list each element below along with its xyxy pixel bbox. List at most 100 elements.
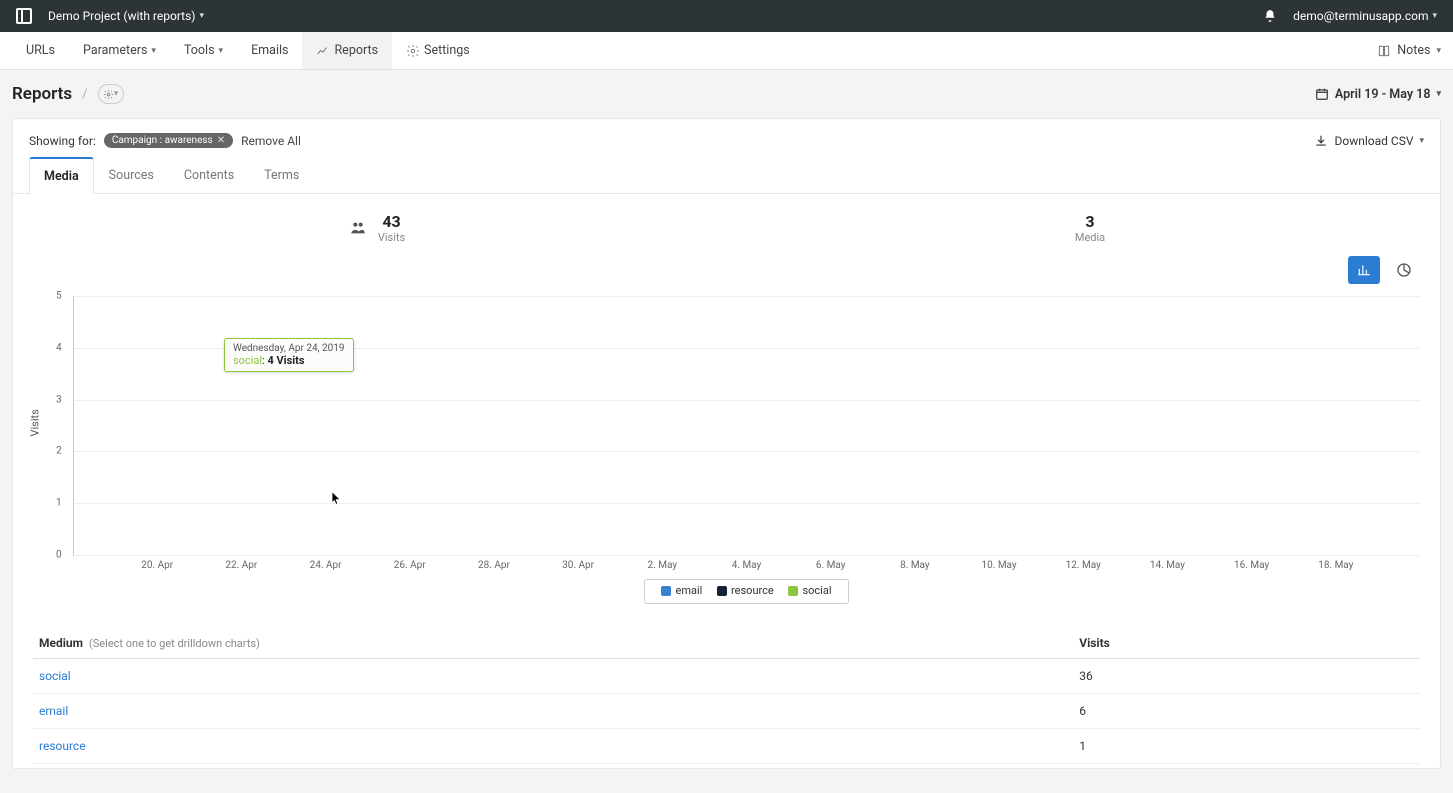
legend-resource[interactable]: resource: [717, 584, 774, 597]
nav-item-tools[interactable]: Tools ▾: [170, 32, 237, 69]
chevron-down-icon: ▾: [1419, 136, 1424, 146]
x-tick: 4. May: [704, 560, 788, 571]
chevron-down-icon: ▾: [219, 46, 224, 56]
download-icon: [1314, 134, 1328, 148]
visits-cell: 36: [1073, 658, 1420, 693]
top-bar: Demo Project (with reports) ▾ demo@termi…: [0, 0, 1453, 32]
calendar-icon: [1315, 87, 1329, 101]
grid-line: [74, 555, 1420, 556]
visits-cell: 1: [1073, 728, 1420, 763]
x-tick: 22. Apr: [199, 560, 283, 571]
x-tick: 10. May: [957, 560, 1041, 571]
nav-item-urls[interactable]: URLs: [12, 32, 69, 69]
date-range-picker[interactable]: April 19 - May 18 ▾: [1315, 87, 1441, 102]
legend-social[interactable]: social: [788, 584, 831, 597]
x-tick: 8. May: [873, 560, 957, 571]
x-tick: 28. Apr: [452, 560, 536, 571]
summary-visits: 43 Visits: [348, 212, 405, 244]
notes-label: Notes: [1397, 43, 1430, 58]
x-tick: 18. May: [1294, 560, 1378, 571]
col-medium[interactable]: Medium (Select one to get drilldown char…: [33, 628, 1073, 659]
app-logo-icon: [16, 8, 32, 24]
tooltip-series: social: [233, 354, 262, 367]
medium-table: Medium (Select one to get drilldown char…: [33, 628, 1420, 764]
nav-item-settings[interactable]: Settings: [392, 32, 484, 69]
date-range-label: April 19 - May 18: [1335, 87, 1431, 102]
table-row[interactable]: resource1: [33, 728, 1420, 763]
x-tick: 20. Apr: [115, 560, 199, 571]
user-email-label: demo@terminusapp.com: [1293, 9, 1428, 23]
summary-visits-value: 43: [382, 212, 400, 231]
page-subhead: Reports / ▾ April 19 - May 18 ▾: [0, 70, 1453, 118]
x-tick: 26. Apr: [368, 560, 452, 571]
table-row[interactable]: social36: [33, 658, 1420, 693]
y-tick: 0: [56, 550, 62, 561]
medium-cell[interactable]: resource: [33, 728, 1073, 763]
y-tick: 4: [56, 342, 62, 353]
chevron-down-icon: ▾: [1436, 46, 1441, 56]
project-selector[interactable]: Demo Project (with reports) ▾: [48, 9, 204, 23]
chevron-down-icon: ▾: [151, 46, 156, 56]
chevron-down-icon: ▾: [1432, 11, 1437, 21]
y-tick: 5: [56, 291, 62, 302]
y-tick: 3: [56, 394, 62, 405]
chart-legend: email resource social: [73, 579, 1420, 604]
download-csv-button[interactable]: Download CSV ▾: [1314, 134, 1424, 148]
nav-item-emails[interactable]: Emails: [237, 32, 302, 69]
summary-media-value: 3: [1085, 212, 1094, 231]
main-nav: URLsParameters ▾Tools ▾EmailsReportsSett…: [0, 32, 1453, 70]
x-tick: 12. May: [1041, 560, 1125, 571]
breadcrumb-separator: /: [82, 87, 87, 102]
tab-contents[interactable]: Contents: [169, 157, 249, 194]
col-visits[interactable]: Visits: [1073, 628, 1420, 659]
bars-container: [74, 296, 1420, 555]
report-panel: Showing for: Campaign : awareness ✕ Remo…: [12, 118, 1441, 769]
chevron-down-icon: ▾: [1436, 89, 1441, 99]
nav-item-reports[interactable]: Reports: [302, 32, 392, 69]
tooltip-value: 4 Visits: [267, 354, 304, 367]
chart-line-icon: [316, 44, 330, 58]
user-menu[interactable]: demo@terminusapp.com ▾: [1293, 9, 1437, 23]
notes-button[interactable]: Notes ▾: [1377, 43, 1441, 58]
summary-media-label: Media: [1075, 231, 1105, 244]
bar-chart-toggle[interactable]: [1348, 256, 1380, 284]
chart-tooltip: Wednesday, Apr 24, 2019 social: 4 Visits: [224, 338, 354, 372]
x-tick: 6. May: [789, 560, 873, 571]
legend-email[interactable]: email: [661, 584, 702, 597]
tab-terms[interactable]: Terms: [249, 157, 314, 194]
tooltip-date: Wednesday, Apr 24, 2019: [233, 343, 345, 354]
report-settings-button[interactable]: ▾: [98, 84, 124, 104]
chevron-down-icon: ▾: [114, 89, 119, 99]
x-tick: 30. Apr: [536, 560, 620, 571]
filter-chip[interactable]: Campaign : awareness ✕: [104, 133, 233, 148]
chart-type-controls: [13, 250, 1440, 288]
x-tick: 16. May: [1210, 560, 1294, 571]
remove-all-filters[interactable]: Remove All: [241, 134, 301, 148]
project-name-label: Demo Project (with reports): [48, 9, 195, 23]
bar-chart-icon: [1357, 263, 1371, 277]
summary-row: 43 Visits 3 Media: [13, 194, 1440, 250]
pie-chart-icon: [1396, 262, 1412, 278]
y-axis-label: Visits: [29, 409, 42, 436]
medium-cell[interactable]: social: [33, 658, 1073, 693]
summary-media: 3 Media: [1075, 212, 1105, 244]
x-tick: 24. Apr: [283, 560, 367, 571]
y-tick: 1: [56, 498, 62, 509]
table-row[interactable]: email6: [33, 693, 1420, 728]
tab-sources[interactable]: Sources: [94, 157, 169, 194]
y-tick: 2: [56, 446, 62, 457]
report-tabs: MediaSourcesContentsTerms: [13, 156, 1440, 194]
x-tick: 14. May: [1125, 560, 1209, 571]
pie-chart-toggle[interactable]: [1388, 256, 1420, 284]
close-icon[interactable]: ✕: [217, 135, 225, 146]
medium-cell[interactable]: email: [33, 693, 1073, 728]
tab-media[interactable]: Media: [29, 157, 94, 194]
chart-plot[interactable]: Wednesday, Apr 24, 2019 social: 4 Visits…: [73, 296, 1420, 556]
people-icon: [348, 220, 368, 236]
gear-icon: [103, 89, 114, 100]
nav-item-parameters[interactable]: Parameters ▾: [69, 32, 170, 69]
bell-icon[interactable]: [1263, 9, 1277, 23]
x-tick: 2. May: [620, 560, 704, 571]
page-title: Reports: [12, 84, 72, 104]
chevron-down-icon: ▾: [199, 11, 204, 21]
